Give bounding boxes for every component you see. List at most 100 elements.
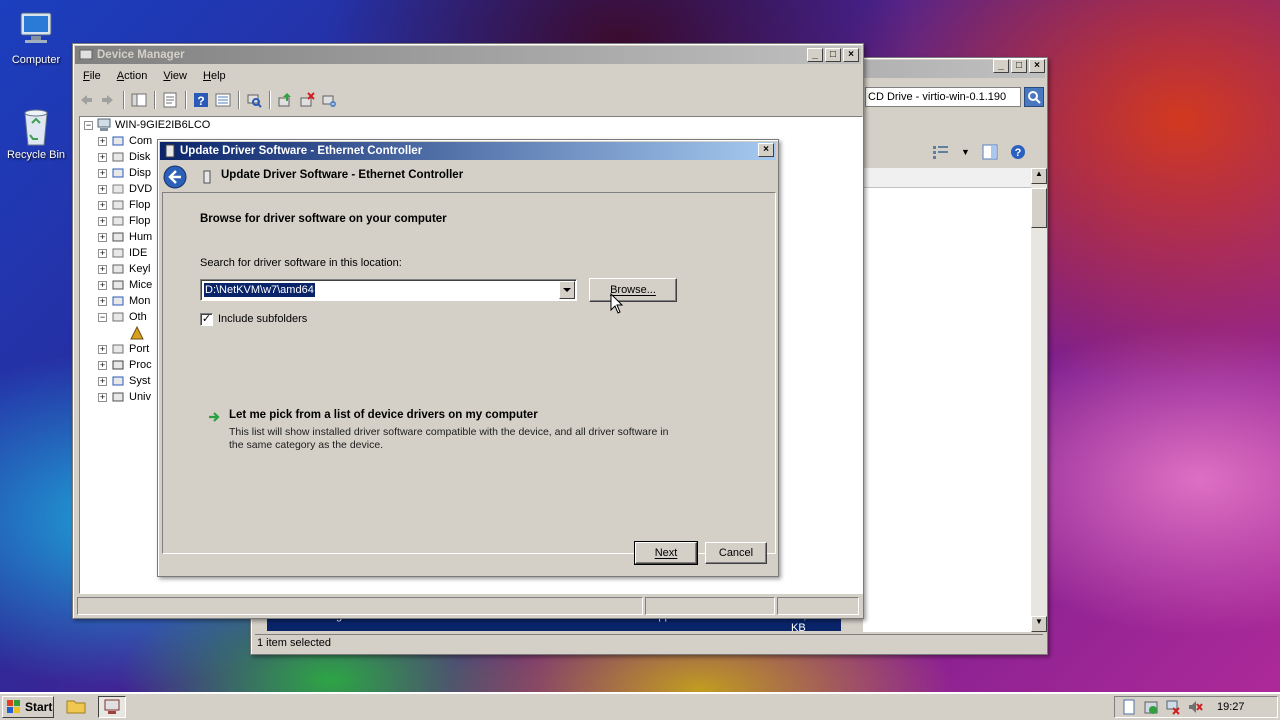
expand-icon[interactable]: + [98, 248, 107, 258]
include-subfolders-checkbox[interactable]: ✓ [200, 313, 213, 326]
scroll-thumb[interactable] [1031, 188, 1047, 228]
start-button[interactable]: Start [2, 696, 54, 718]
unknown-device-item[interactable] [130, 325, 148, 341]
browse-button[interactable]: Browse... [589, 278, 677, 302]
driver-path-input[interactable]: D:\NetKVM\w7\amd64 [204, 283, 315, 297]
network-icon[interactable] [1165, 699, 1181, 715]
expand-icon[interactable]: + [98, 264, 107, 274]
device-category[interactable]: + Mice [98, 277, 152, 293]
expand-icon[interactable]: + [98, 184, 107, 194]
minimize-button[interactable]: _ [993, 59, 1009, 73]
menu-file[interactable]: File [77, 68, 107, 84]
expand-icon[interactable]: + [98, 216, 107, 226]
dialog-body: Update Driver Software - Ethernet Contro… [160, 162, 776, 574]
back-button[interactable] [163, 165, 187, 189]
views-dropdown-icon[interactable]: ▼ [961, 147, 970, 157]
maximize-button[interactable]: □ [1011, 59, 1027, 73]
search-location-label: Search for driver software in this locat… [200, 257, 402, 269]
device-category[interactable]: − Oth [98, 309, 147, 325]
action-center-icon[interactable] [1143, 699, 1159, 715]
device-category[interactable]: + Flop [98, 197, 150, 213]
help-button[interactable]: ? [192, 91, 210, 109]
device-category[interactable]: + DVD [98, 181, 152, 197]
expand-icon[interactable]: + [98, 360, 107, 370]
scroll-up-icon[interactable]: ▲ [1031, 168, 1047, 184]
device-category-icon [112, 168, 124, 178]
device-category-icon [112, 216, 124, 226]
explorer-search-button[interactable] [1024, 87, 1044, 107]
minimize-button[interactable]: _ [807, 48, 823, 62]
notification-icon[interactable] [1121, 699, 1137, 715]
combobox-dropdown-button[interactable] [559, 281, 575, 299]
expand-icon[interactable]: + [98, 296, 107, 306]
expand-icon[interactable]: + [98, 392, 107, 402]
device-category[interactable]: + Port [98, 341, 149, 357]
computer-icon [97, 118, 111, 131]
dialog-close-button[interactable]: × [758, 143, 774, 157]
properties-button[interactable] [161, 91, 179, 109]
driver-path-combobox[interactable]: D:\NetKVM\w7\amd64 [200, 279, 577, 301]
expand-icon[interactable]: + [98, 280, 107, 290]
taskbar-device-manager-button[interactable] [98, 696, 126, 718]
forward-button[interactable] [99, 91, 117, 109]
svg-text:?: ? [197, 94, 204, 108]
device-category[interactable]: + Mon [98, 293, 150, 309]
update-driver-button[interactable] [276, 91, 294, 109]
device-category-label: Keyl [129, 263, 151, 275]
back-button[interactable] [77, 91, 95, 109]
forward-arrow-icon [102, 95, 113, 105]
scan-hardware-button[interactable] [245, 91, 263, 109]
expand-icon[interactable]: + [98, 344, 107, 354]
menu-help[interactable]: Help [197, 68, 232, 84]
device-category[interactable]: + Flop [98, 213, 150, 229]
expand-icon[interactable]: + [98, 136, 107, 146]
maximize-button[interactable]: □ [825, 48, 841, 62]
help-icon[interactable]: ? [1010, 144, 1026, 160]
device-category[interactable]: + Keyl [98, 261, 150, 277]
scroll-down-icon[interactable]: ▼ [1031, 616, 1047, 632]
clock[interactable]: 19:27 [1217, 701, 1245, 713]
show-hide-tree-button[interactable] [130, 91, 148, 109]
cancel-button[interactable]: Cancel [705, 542, 767, 564]
computer-icon [16, 10, 56, 50]
preview-pane-icon[interactable] [982, 144, 998, 160]
device-category[interactable]: + Univ [98, 389, 151, 405]
pick-from-list-link[interactable]: Let me pick from a list of device driver… [229, 409, 538, 421]
explorer-scrollbar[interactable]: ▲ ▼ [1031, 168, 1047, 632]
device-category[interactable]: + Hum [98, 229, 152, 245]
device-category-icon [112, 248, 124, 258]
volume-icon[interactable] [1187, 699, 1203, 715]
next-button[interactable]: Next [634, 541, 698, 565]
menu-view[interactable]: View [157, 68, 193, 84]
desktop-computer[interactable]: Computer [0, 10, 74, 66]
quicklaunch-explorer[interactable] [66, 697, 88, 717]
expand-icon[interactable]: + [98, 168, 107, 178]
device-category[interactable]: + Syst [98, 373, 150, 389]
dialog-titlebar[interactable]: Update Driver Software - Ethernet Contro… [160, 142, 776, 160]
device-category[interactable]: + Disk [98, 149, 150, 165]
desktop-recycle-bin[interactable]: Recycle Bin [0, 105, 74, 161]
address-text: CD Drive - virtio-win-0.1.190 [868, 91, 1007, 103]
tree-root[interactable]: − WIN-9GIE2IB6LCO [84, 117, 210, 133]
device-category[interactable]: + Proc [98, 357, 152, 373]
view-button[interactable] [214, 91, 232, 109]
device-category[interactable]: + Disp [98, 165, 151, 181]
expand-icon[interactable]: + [98, 200, 107, 210]
close-button[interactable]: × [1029, 59, 1045, 73]
close-button[interactable]: × [843, 48, 859, 62]
explorer-address-bar[interactable]: CD Drive - virtio-win-0.1.190 [865, 87, 1021, 107]
collapse-icon[interactable]: − [98, 312, 107, 322]
disable-button[interactable] [320, 91, 338, 109]
device-manager-titlebar[interactable]: Device Manager [75, 46, 861, 64]
collapse-icon[interactable]: − [84, 120, 93, 130]
explorer-file-pane[interactable] [863, 168, 1033, 632]
menu-action[interactable]: Action [111, 68, 154, 84]
expand-icon[interactable]: + [98, 376, 107, 386]
views-icon[interactable] [933, 145, 949, 159]
update-driver-dialog[interactable]: Update Driver Software - Ethernet Contro… [157, 139, 779, 577]
uninstall-button[interactable] [298, 91, 316, 109]
device-category[interactable]: + Com [98, 133, 152, 149]
expand-icon[interactable]: + [98, 152, 107, 162]
expand-icon[interactable]: + [98, 232, 107, 242]
device-category[interactable]: + IDE [98, 245, 147, 261]
